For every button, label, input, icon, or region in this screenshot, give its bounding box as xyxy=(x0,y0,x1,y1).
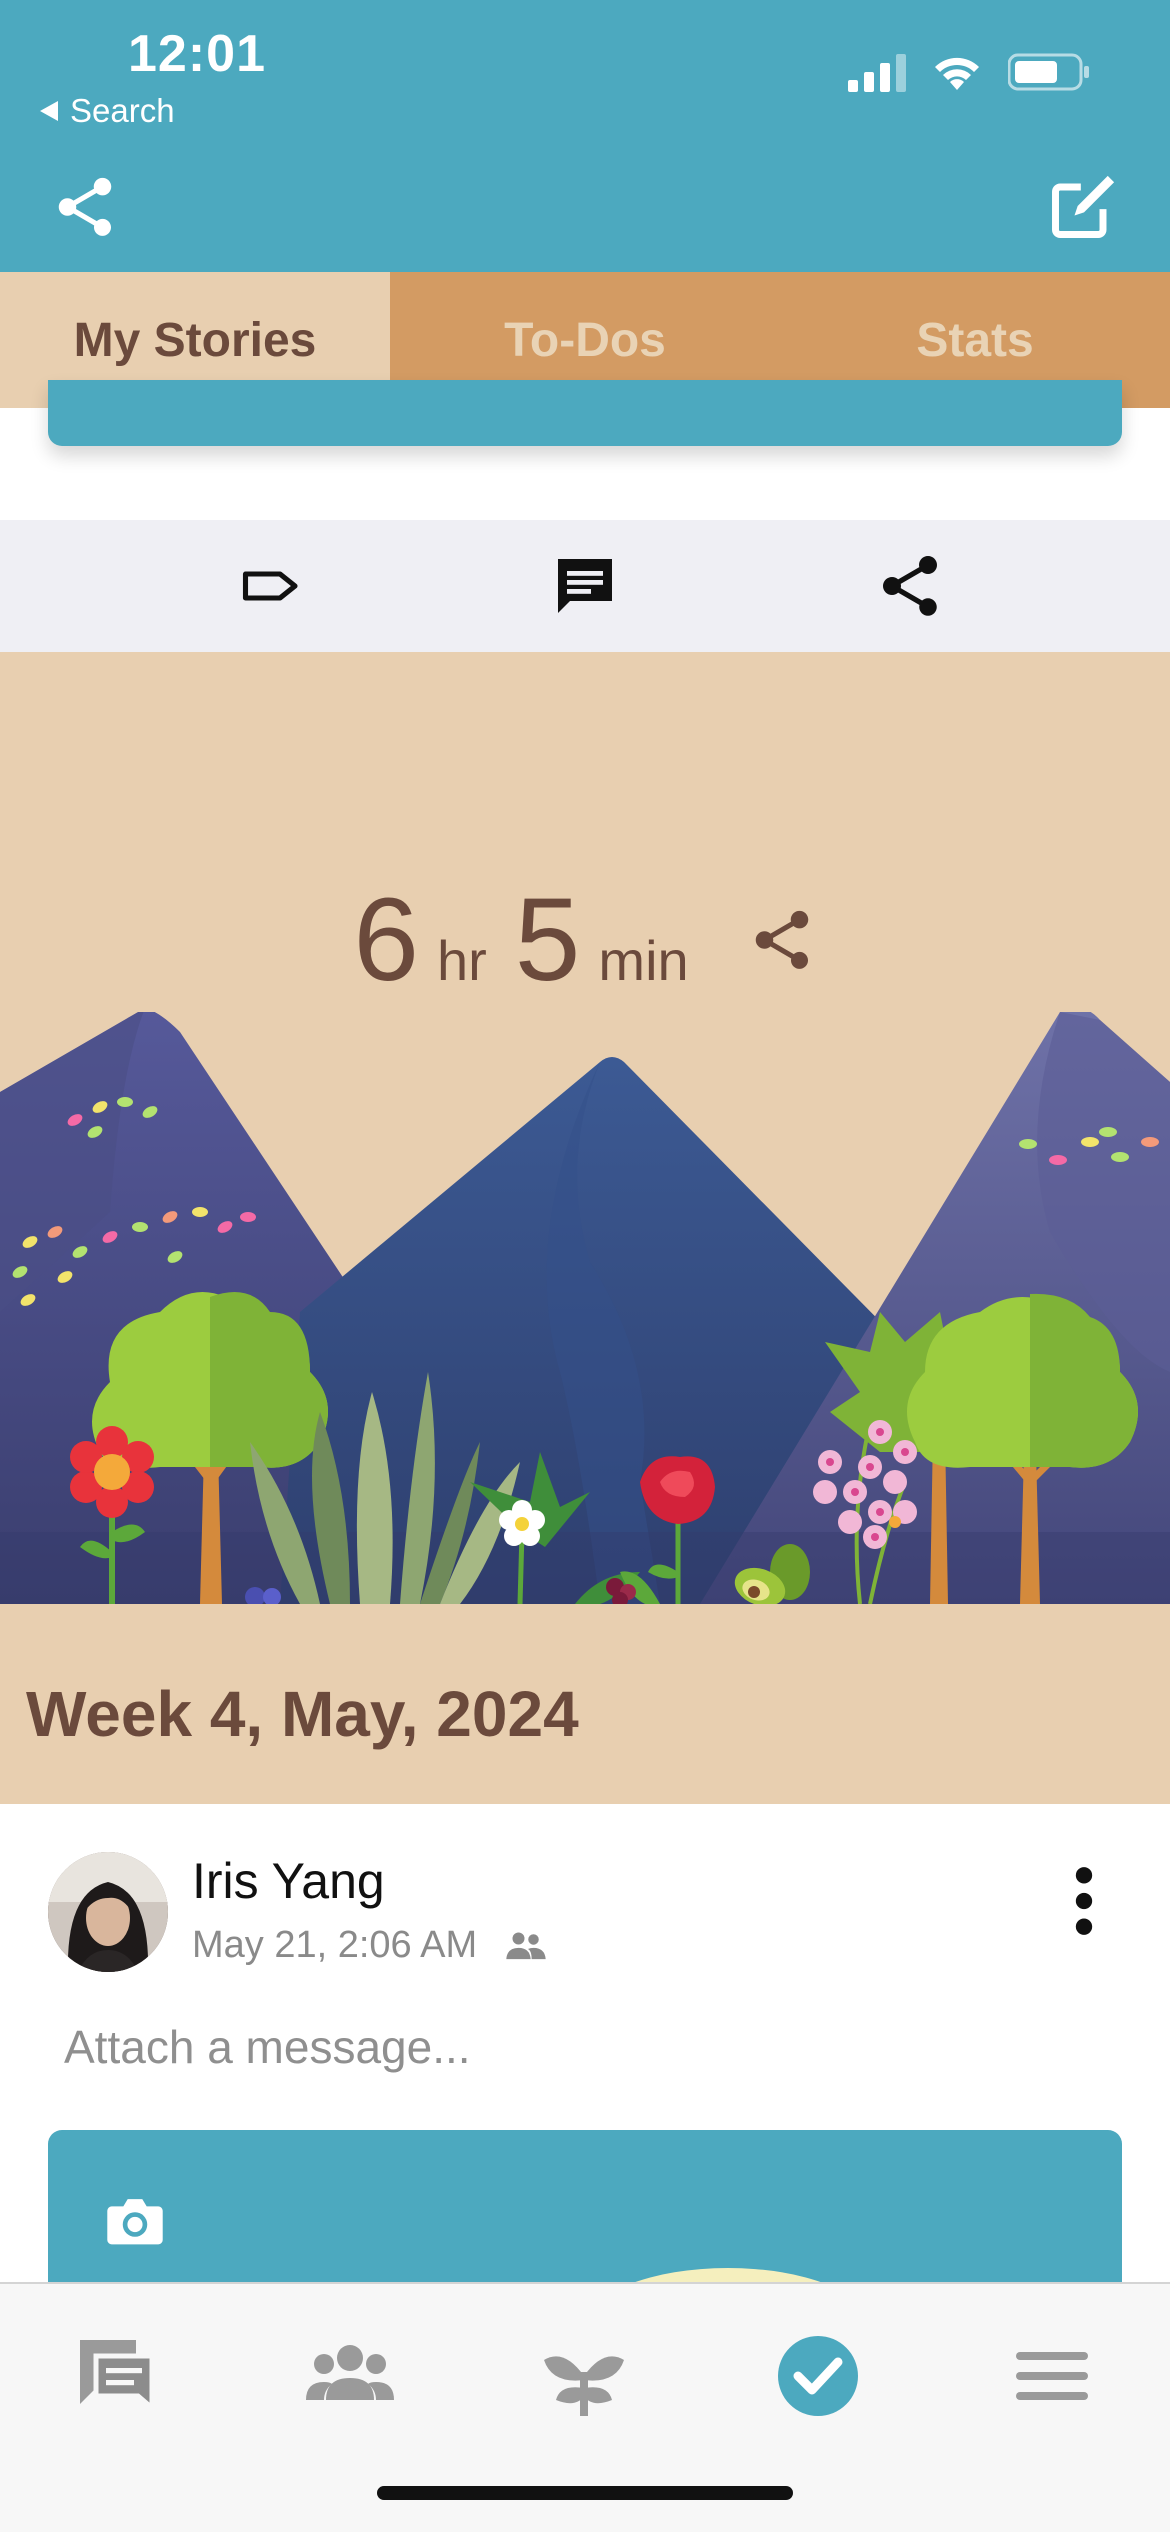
back-to-search[interactable]: Search xyxy=(38,92,175,130)
status-icons xyxy=(848,52,1090,92)
edit-icon[interactable] xyxy=(1046,168,1122,244)
home-indicator[interactable] xyxy=(377,2486,793,2500)
cellular-signal-icon xyxy=(848,54,906,92)
back-triangle-icon xyxy=(40,101,58,121)
menu-icon[interactable] xyxy=(1004,2328,1100,2424)
previous-story-card xyxy=(48,380,1122,446)
friends-visibility-icon xyxy=(506,1932,546,1959)
week-label: Week 4, May, 2024 xyxy=(26,1678,579,1750)
duration-hours: 6 xyxy=(353,874,419,1006)
duration-minutes: 5 xyxy=(514,874,581,1006)
share-icon[interactable] xyxy=(874,550,946,622)
avatar[interactable] xyxy=(48,1852,168,1972)
camera-icon[interactable] xyxy=(100,2186,170,2256)
avatar-photo xyxy=(48,1852,168,1972)
friends-icon[interactable] xyxy=(302,2328,398,2424)
plant-icon[interactable] xyxy=(536,2328,632,2424)
story-card: 6 hr 5 min Week 4, May, 2024 xyxy=(0,652,1170,1804)
tag-icon[interactable] xyxy=(235,550,307,622)
author-name[interactable]: Iris Yang xyxy=(192,1852,385,1910)
post-date: May 21, 2:06 AM xyxy=(192,1924,478,1966)
chat-icon[interactable] xyxy=(68,2328,164,2424)
battery-icon xyxy=(1008,53,1089,91)
post-header: Iris Yang May 21, 2:06 AM Attach a messa… xyxy=(0,1804,1170,2114)
post-meta: May 21, 2:06 AM xyxy=(192,1924,549,1967)
share-icon[interactable] xyxy=(50,172,120,242)
attach-message-field[interactable]: Attach a message... xyxy=(64,2020,471,2074)
comment-icon[interactable] xyxy=(549,550,621,622)
more-options-icon[interactable] xyxy=(1064,1866,1104,1936)
status-time: 12:01 xyxy=(128,25,266,83)
duration-hours-unit: hr xyxy=(436,929,487,992)
forest-illustration xyxy=(0,1012,1170,1604)
app-header: 12:01 Search xyxy=(0,0,1170,272)
story-action-bar xyxy=(0,520,1170,652)
back-search-label: Search xyxy=(70,92,175,129)
duration-minutes-unit: min xyxy=(598,929,689,992)
share-icon[interactable] xyxy=(747,905,817,975)
todo-check-icon[interactable] xyxy=(770,2328,866,2424)
wifi-icon xyxy=(935,57,979,90)
focus-duration: 6 hr 5 min xyxy=(0,872,1170,1008)
